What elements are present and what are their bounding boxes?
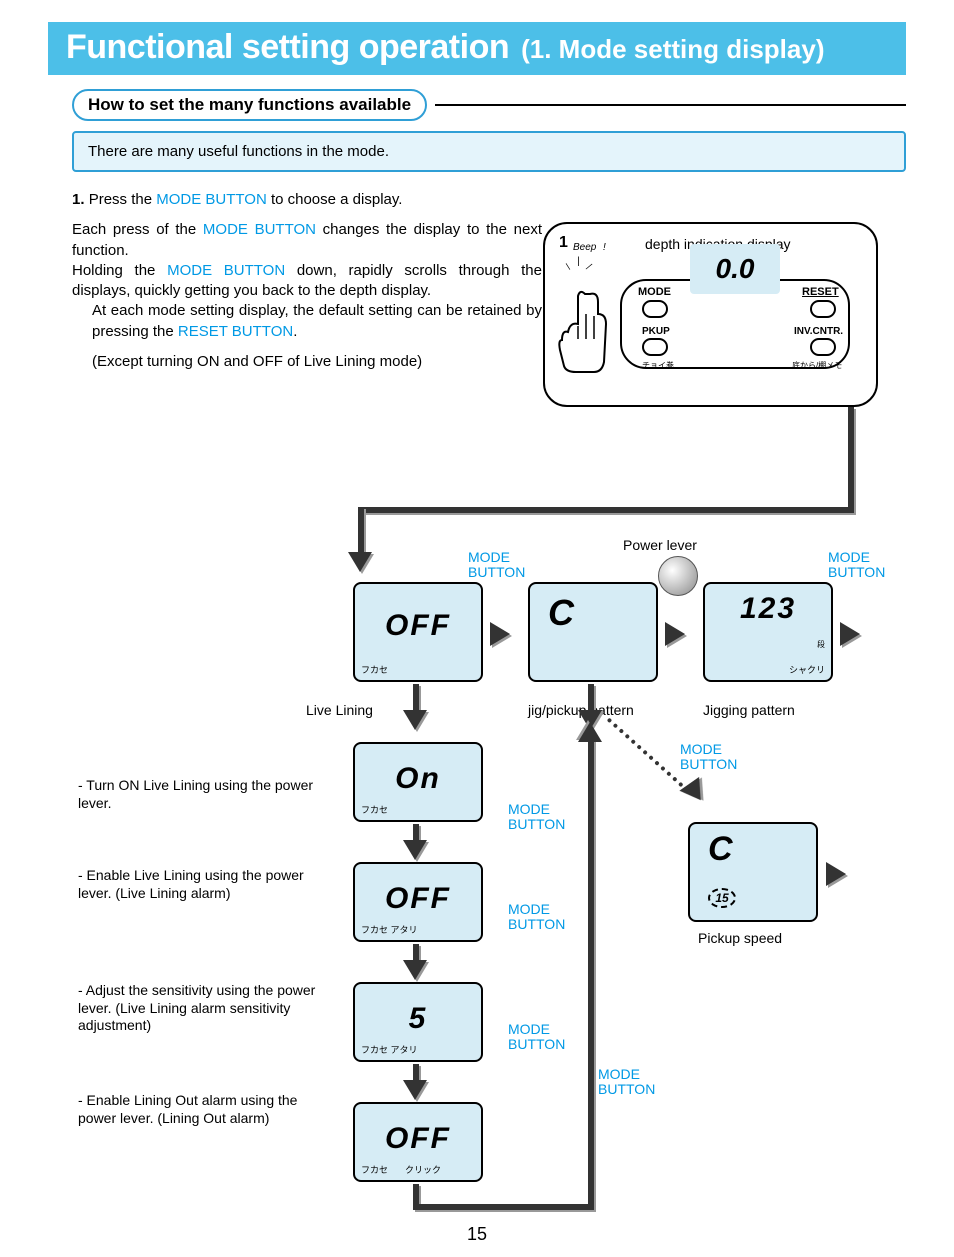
intro-box: There are many useful functions in the m…: [72, 131, 906, 172]
cap-pickup-speed: Pickup speed: [698, 930, 782, 946]
step1-mb: MODE BUTTON: [156, 191, 267, 208]
lcd-5: 5 フカセ アタリ: [353, 982, 483, 1062]
inv-btn-icon: [810, 338, 836, 356]
subhead-row: How to set the many functions available: [72, 89, 906, 121]
power-lever-knob-icon: [658, 556, 698, 596]
mb4: MODE BUTTON: [508, 802, 565, 833]
lcd-jig-pickup: C: [528, 582, 658, 682]
lcd-off3: OFF フカセ クリック: [353, 1102, 483, 1182]
subhead-pill: How to set the many functions available: [72, 89, 427, 121]
mb5: MODE BUTTON: [508, 902, 565, 933]
mode-btn-icon: [642, 300, 668, 318]
mb1: MODE BUTTON: [468, 550, 525, 581]
title-sub: (1. Mode setting display): [521, 34, 824, 65]
note4: - Enable Lining Out alarm using the powe…: [78, 1092, 338, 1127]
lcd-on: On フカセ: [353, 742, 483, 822]
mb3: MODE BUTTON: [680, 742, 737, 773]
page-title-band: Functional setting operation (1. Mode se…: [48, 22, 906, 75]
diagram: 1 depth indication display \ | / Beep ! …: [48, 222, 908, 1222]
inv-label: INV.CNTR.: [794, 326, 843, 337]
device-box: 1 depth indication display \ | / Beep ! …: [543, 222, 878, 407]
device-lcd: 0.0: [690, 244, 780, 294]
reset-btn-icon: [810, 300, 836, 318]
dev-step-num: 1: [559, 234, 568, 252]
step1b: to choose a display.: [267, 191, 403, 208]
mb7: MODE BUTTON: [598, 1067, 655, 1098]
note3: - Adjust the sensitivity using the power…: [78, 982, 338, 1035]
note1: - Turn ON Live Lining using the power le…: [78, 777, 338, 812]
note2: - Enable Live Lining using the power lev…: [78, 867, 338, 902]
pkup-btn-icon: [642, 338, 668, 356]
reset-label: RESET: [802, 286, 839, 298]
lcd-off2: OFF フカセ アタリ: [353, 862, 483, 942]
lcd-live-lining-off: OFF フカセ: [353, 582, 483, 682]
subhead-rule: [435, 104, 906, 106]
mb6: MODE BUTTON: [508, 1022, 565, 1053]
jp2: 底から/棚メモ: [792, 360, 842, 371]
lcd-pickup-speed: C 15: [688, 822, 818, 922]
pkup-label: PKUP: [642, 326, 670, 337]
power-lever-label: Power lever: [623, 537, 697, 553]
hand-icon: [550, 284, 620, 374]
lcd-jigging: 123 段 シャクリ: [703, 582, 833, 682]
cap-jigging: Jigging pattern: [703, 702, 795, 718]
cap-live-lining: Live Lining: [306, 702, 373, 718]
title-main: Functional setting operation: [66, 28, 509, 67]
dotted-connector: [607, 718, 684, 788]
jp1: チョイ巻: [642, 360, 674, 371]
mode-label: MODE: [638, 286, 671, 298]
mb2: MODE BUTTON: [828, 550, 885, 581]
step-num: 1.: [72, 191, 85, 208]
step1a: Press the: [89, 191, 157, 208]
